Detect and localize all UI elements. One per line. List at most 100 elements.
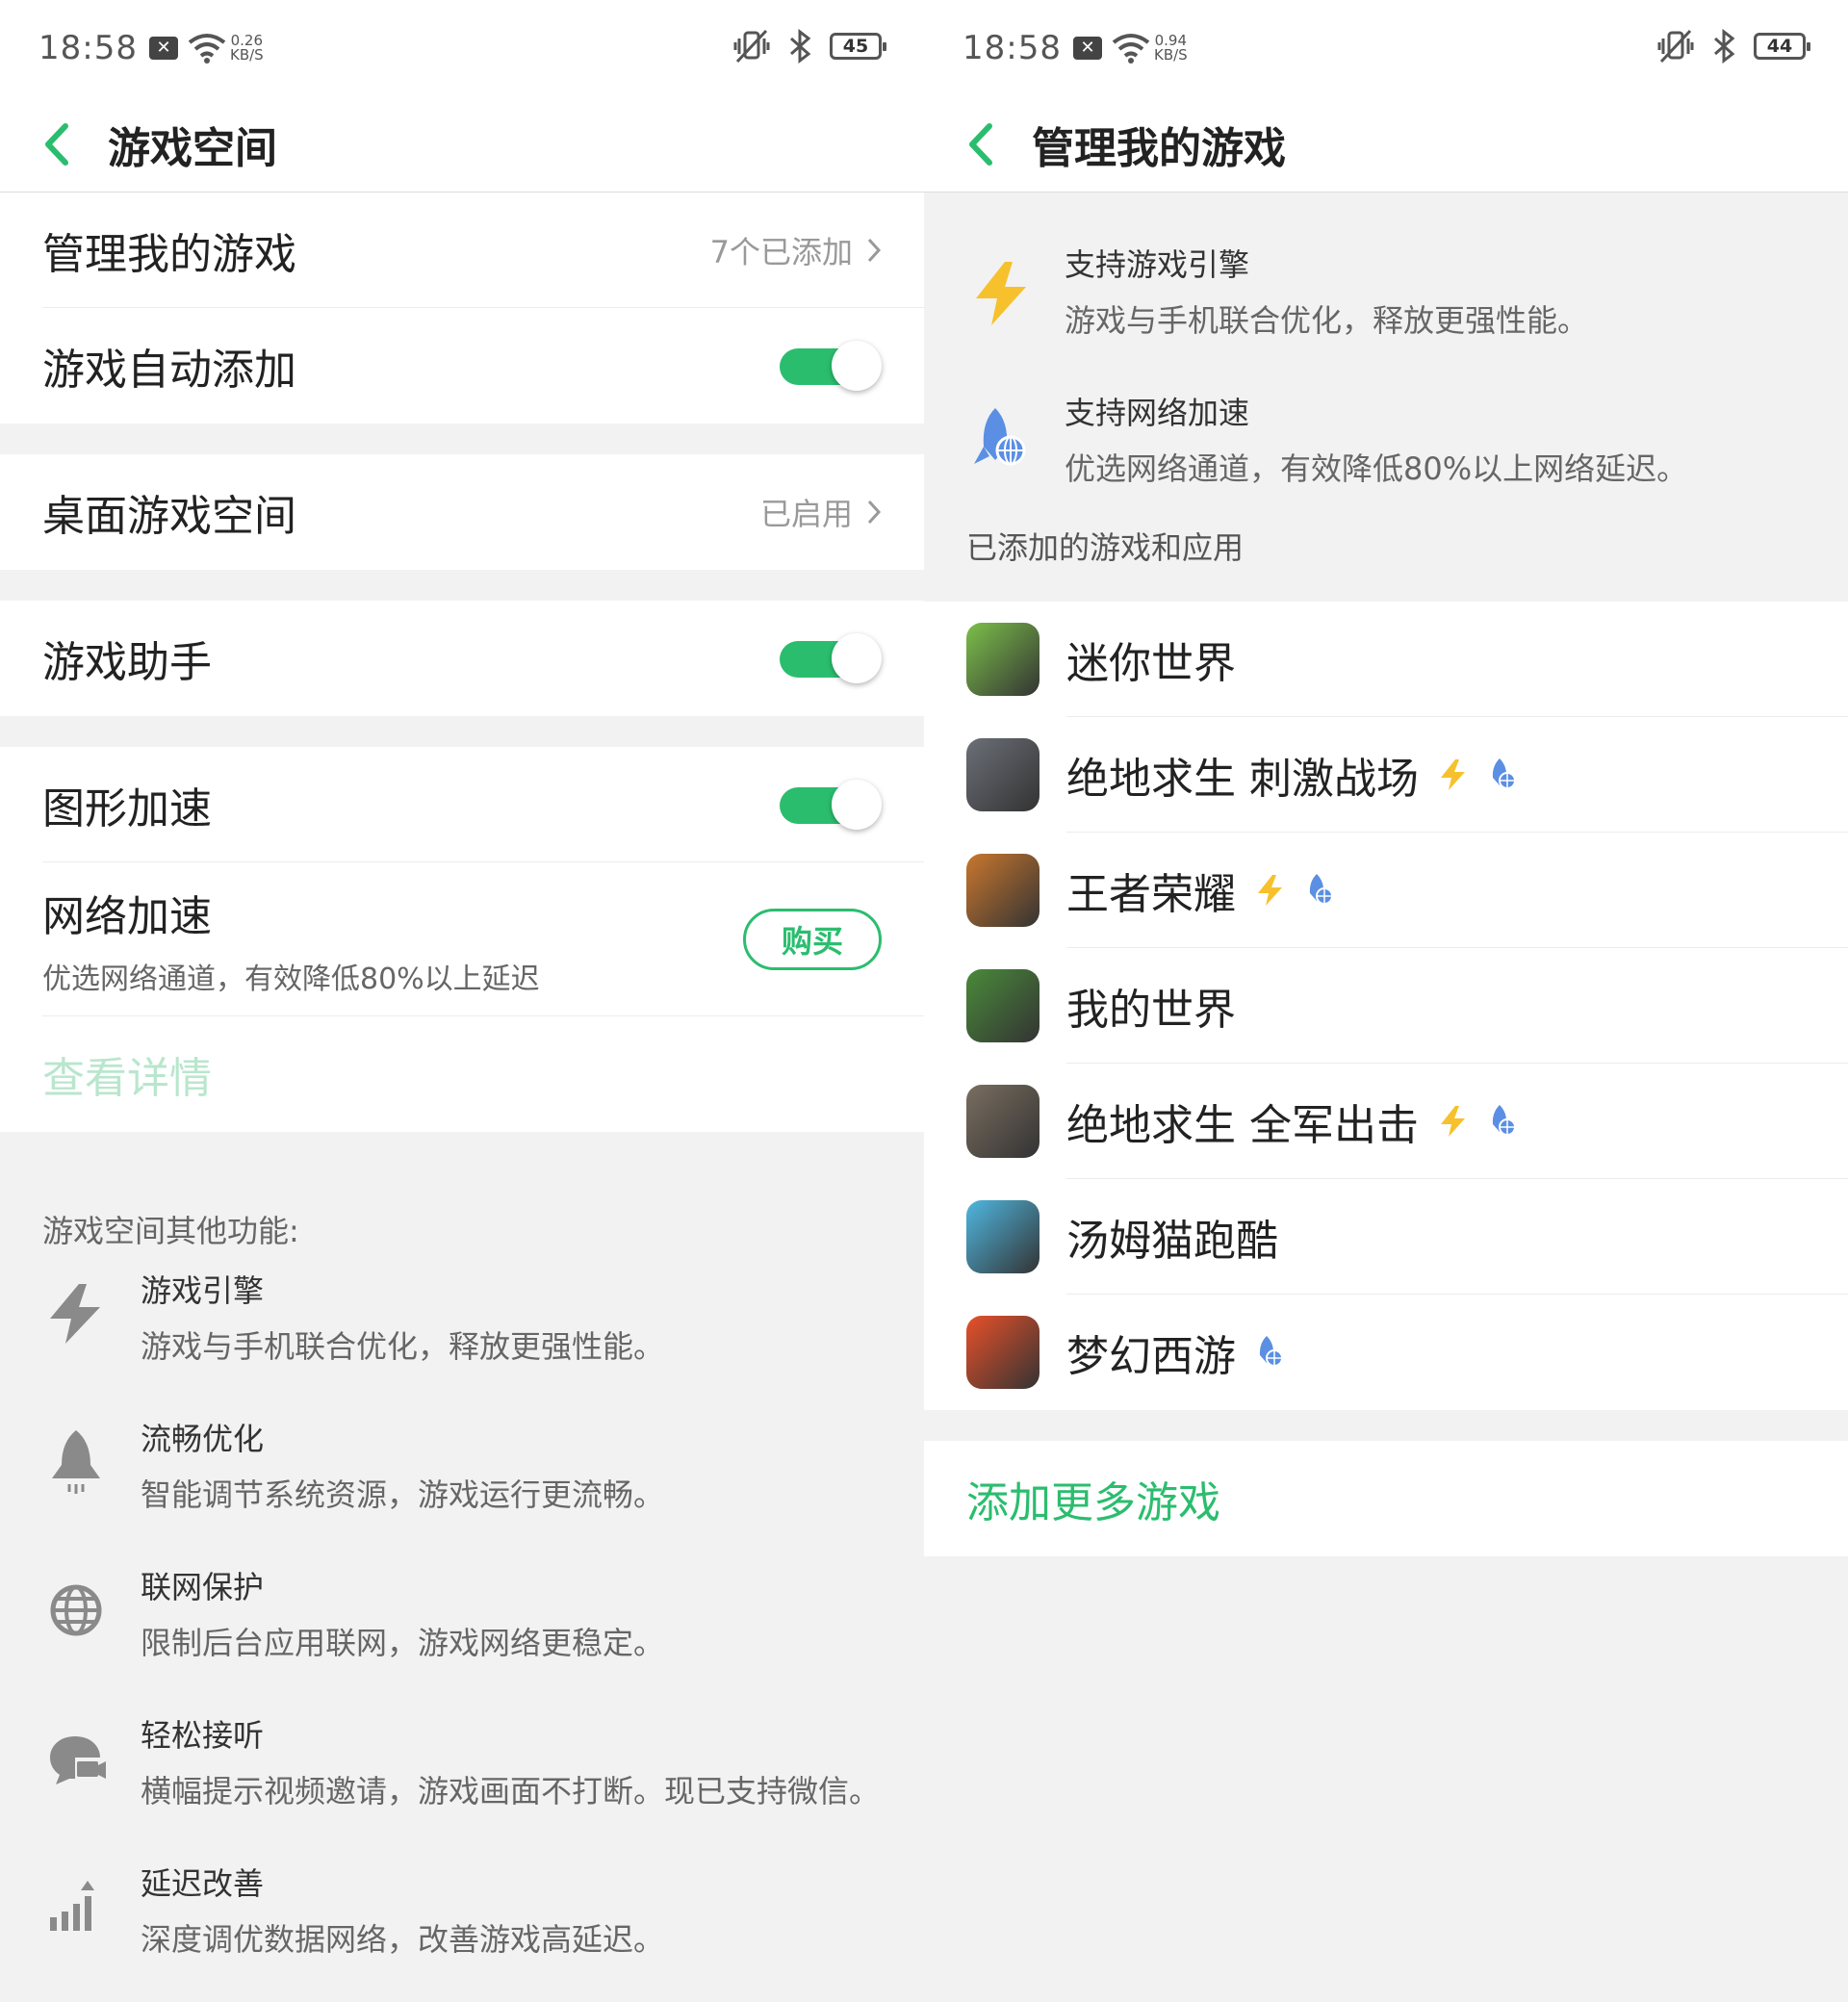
- header: 管理我的游戏: [924, 96, 1848, 192]
- lightning-icon: [1441, 1105, 1465, 1137]
- status-bar: 18:58 ✕ 0.94 KB/S 44: [924, 0, 1848, 96]
- desktop-space-label: 桌面游戏空间: [42, 492, 296, 541]
- feature-desc: 智能调节系统资源，游戏运行更流畅。: [141, 1476, 665, 1513]
- status-bar: 18:58 ✕ 0.26 KB/S 45: [0, 0, 924, 96]
- lightning-icon: [1258, 874, 1282, 906]
- game-row[interactable]: 王者荣耀: [924, 833, 1848, 948]
- game-icon: [966, 1200, 1040, 1273]
- game-row[interactable]: 绝地求生 刺激战场: [924, 717, 1848, 833]
- feature-desc: 横幅提示视频邀请，游戏画面不打断。现已支持微信。: [141, 1773, 881, 1810]
- manage-games-count: 7个已添加: [709, 233, 853, 270]
- manage-games-label: 管理我的游戏: [42, 229, 296, 279]
- battery-icon: 44: [1754, 33, 1810, 60]
- vibrate-icon: [733, 29, 770, 64]
- feature-item: 联网保护 限制后台应用联网，游戏网络更稳定。: [0, 1563, 924, 1711]
- feature-title: 延迟改善: [141, 1865, 265, 1902]
- game-name: 绝地求生 全军出击: [1066, 1100, 1419, 1150]
- game-row[interactable]: 汤姆猫跑酷: [924, 1179, 1848, 1295]
- bluetooth-icon: [1714, 29, 1735, 64]
- rocket-globe-icon: [974, 408, 1026, 466]
- rocket-globe-icon: [1492, 1104, 1516, 1136]
- game-info: 绝地求生 全军出击: [1066, 1064, 1848, 1179]
- rocket-globe-icon: [1309, 873, 1333, 905]
- graphics-accel-label: 图形加速: [42, 783, 212, 834]
- bluetooth-icon: [790, 29, 811, 64]
- graphics-accel-toggle[interactable]: [780, 779, 882, 830]
- notification-icon: ✕: [148, 37, 178, 60]
- feature-item: 轻松接听 横幅提示视频邀请，游戏画面不打断。现已支持微信。: [0, 1711, 924, 1860]
- network-speed: 0.94 KB/S: [1154, 34, 1188, 63]
- desktop-space-status: 已启用: [759, 496, 853, 532]
- game-icon: [966, 1316, 1040, 1389]
- assistant-toggle[interactable]: [780, 633, 882, 683]
- game-name: 绝地求生 刺激战场: [1066, 754, 1419, 804]
- support-title: 支持游戏引擎: [1065, 246, 1250, 283]
- desktop-space-row[interactable]: 桌面游戏空间 已启用: [42, 454, 924, 570]
- game-row[interactable]: 绝地求生 全军出击: [924, 1064, 1848, 1179]
- assistant-label: 游戏助手: [42, 638, 212, 687]
- status-time: 18:58: [38, 29, 138, 67]
- assistant-row: 游戏助手: [42, 601, 924, 716]
- game-info: 汤姆猫跑酷: [1066, 1179, 1848, 1295]
- network-accel-row: 网络加速 优选网络通道，有效降低80%以上延迟 购买: [42, 862, 924, 1016]
- lightning-icon: [1441, 758, 1465, 790]
- auto-add-toggle[interactable]: [780, 341, 882, 391]
- speed-unit: KB/S: [229, 46, 264, 64]
- list-caption: 已添加的游戏和应用: [966, 529, 1245, 566]
- support-desc: 游戏与手机联合优化，释放更强性能。: [1065, 302, 1589, 339]
- game-name: 梦幻西游: [1066, 1332, 1236, 1381]
- support-item: 支持网络加速优选网络通道，有效降低80%以上网络延迟。: [924, 389, 1848, 537]
- page-title: 管理我的游戏: [1032, 123, 1286, 173]
- game-name: 我的世界: [1066, 985, 1236, 1035]
- game-name: 王者荣耀: [1066, 869, 1236, 919]
- battery-icon: 45: [830, 33, 886, 60]
- support-desc: 优选网络通道，有效降低80%以上网络延迟。: [1065, 450, 1688, 487]
- header: 游戏空间: [0, 96, 924, 192]
- game-info: 我的世界: [1066, 948, 1848, 1064]
- auto-add-label: 游戏自动添加: [42, 346, 296, 395]
- feature-title: 联网保护: [141, 1569, 265, 1605]
- game-row[interactable]: 我的世界: [924, 948, 1848, 1064]
- feature-title: 流畅优化: [141, 1421, 265, 1457]
- game-name: 迷你世界: [1066, 638, 1236, 688]
- feature-title: 游戏引擎: [141, 1272, 265, 1309]
- rocket-icon: [52, 1430, 100, 1494]
- back-arrow-icon[interactable]: [38, 120, 77, 168]
- feature-desc: 深度调优数据网络，改善游戏高延迟。: [141, 1921, 665, 1958]
- wifi-icon: [1112, 34, 1150, 64]
- network-speed: 0.26 KB/S: [230, 34, 264, 63]
- other-features-title: 游戏空间其他功能:: [42, 1213, 299, 1249]
- game-info: 王者荣耀: [1066, 833, 1848, 948]
- lightning-icon: [976, 262, 1026, 325]
- support-title: 支持网络加速: [1065, 395, 1250, 431]
- feature-item: 延迟改善深度调优数据网络，改善游戏高延迟。: [0, 1860, 924, 2002]
- buy-button[interactable]: 购买: [743, 908, 882, 970]
- notification-icon: ✕: [1072, 37, 1102, 60]
- network-accel-desc: 优选网络通道，有效降低80%以上延迟: [42, 962, 540, 996]
- games-list: 迷你世界绝地求生 刺激战场 王者荣耀我的世界绝地求生 全军出击汤姆猫跑酷梦幻西游: [924, 602, 1848, 1410]
- wifi-icon: [188, 34, 226, 64]
- manage-games-row[interactable]: 管理我的游戏 7个已添加: [42, 192, 924, 308]
- game-info: 绝地求生 刺激战场: [1066, 717, 1848, 833]
- game-info: 迷你世界: [1066, 602, 1848, 717]
- game-row[interactable]: 梦幻西游: [924, 1295, 1848, 1410]
- view-details-link[interactable]: 查看详情: [42, 1016, 924, 1132]
- signal-up-icon: [50, 1881, 94, 1931]
- add-more-games-button[interactable]: 添加更多游戏: [924, 1441, 1848, 1556]
- chevron-right-icon: [867, 500, 882, 525]
- auto-add-row: 游戏自动添加: [42, 308, 924, 424]
- game-icon: [966, 854, 1040, 927]
- chevron-right-icon: [867, 238, 882, 262]
- game-space-screen: 18:58 ✕ 0.26 KB/S 45 游戏空间 管理我的游戏 7个已添加 游…: [0, 0, 924, 2002]
- lightning-icon: [50, 1284, 100, 1344]
- vibrate-icon: [1657, 29, 1694, 64]
- status-time: 18:58: [962, 29, 1062, 67]
- globe-icon: [50, 1584, 102, 1636]
- game-row[interactable]: 迷你世界: [924, 602, 1848, 717]
- feature-item: 游戏引擎 游戏与手机联合优化，释放更强性能。: [0, 1267, 924, 1415]
- support-item: 支持游戏引擎游戏与手机联合优化，释放更强性能。: [924, 241, 1848, 389]
- game-info: 梦幻西游: [1066, 1295, 1848, 1410]
- page-title: 游戏空间: [108, 123, 277, 173]
- game-icon: [966, 738, 1040, 811]
- back-arrow-icon[interactable]: [962, 120, 1001, 168]
